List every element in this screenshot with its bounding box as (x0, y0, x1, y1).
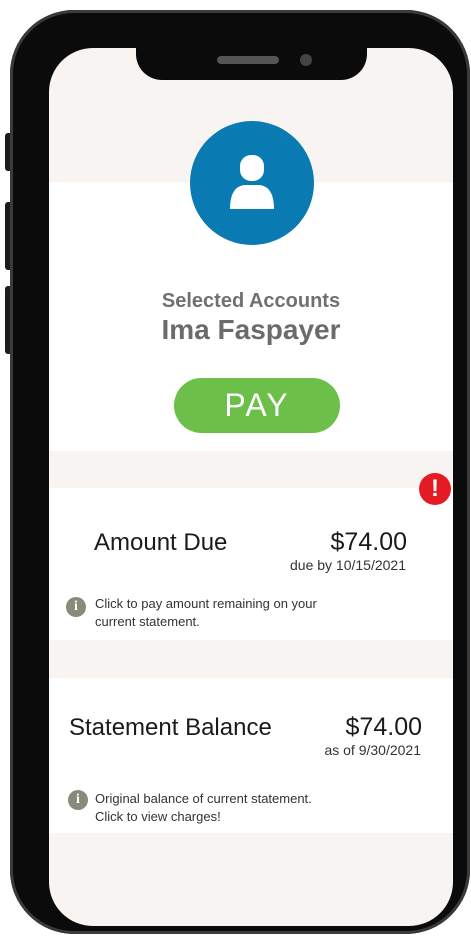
amount-due-label: Amount Due (94, 529, 228, 556)
amount-due-info[interactable]: Click to pay amount remaining on your cu… (95, 595, 355, 631)
phone-screen: Selected Accounts Ima Faspayer PAY Amoun… (49, 48, 453, 926)
statement-balance-info-line1: Original balance of current statement. (95, 791, 312, 806)
info-icon[interactable]: i (68, 790, 88, 810)
account-holder-name: Ima Faspayer (161, 314, 341, 345)
statement-balance-label: Statement Balance (69, 714, 272, 741)
alert-icon[interactable]: ! (419, 473, 451, 505)
avatar (190, 121, 314, 245)
amount-due-info-line2: current statement. (95, 614, 200, 629)
statement-balance-info-line2: Click to view charges! (95, 809, 221, 824)
front-camera (300, 54, 312, 66)
info-icon[interactable]: i (66, 597, 86, 617)
selected-accounts-heading: Selected Accounts (161, 290, 341, 312)
speaker-grille (217, 56, 279, 64)
amount-due-info-line1: Click to pay amount remaining on your (95, 596, 317, 611)
amount-due-date: due by 10/15/2021 (290, 557, 406, 573)
statement-balance-value: $74.00 (345, 713, 422, 741)
phone-frame: Selected Accounts Ima Faspayer PAY Amoun… (10, 10, 470, 934)
amount-due-value: $74.00 (330, 528, 407, 556)
statement-balance-date: as of 9/30/2021 (324, 742, 421, 758)
pay-button[interactable]: PAY (174, 378, 340, 433)
phone-notch (136, 20, 367, 80)
statement-balance-info[interactable]: Original balance of current statement. C… (95, 790, 355, 826)
user-icon (230, 155, 274, 209)
